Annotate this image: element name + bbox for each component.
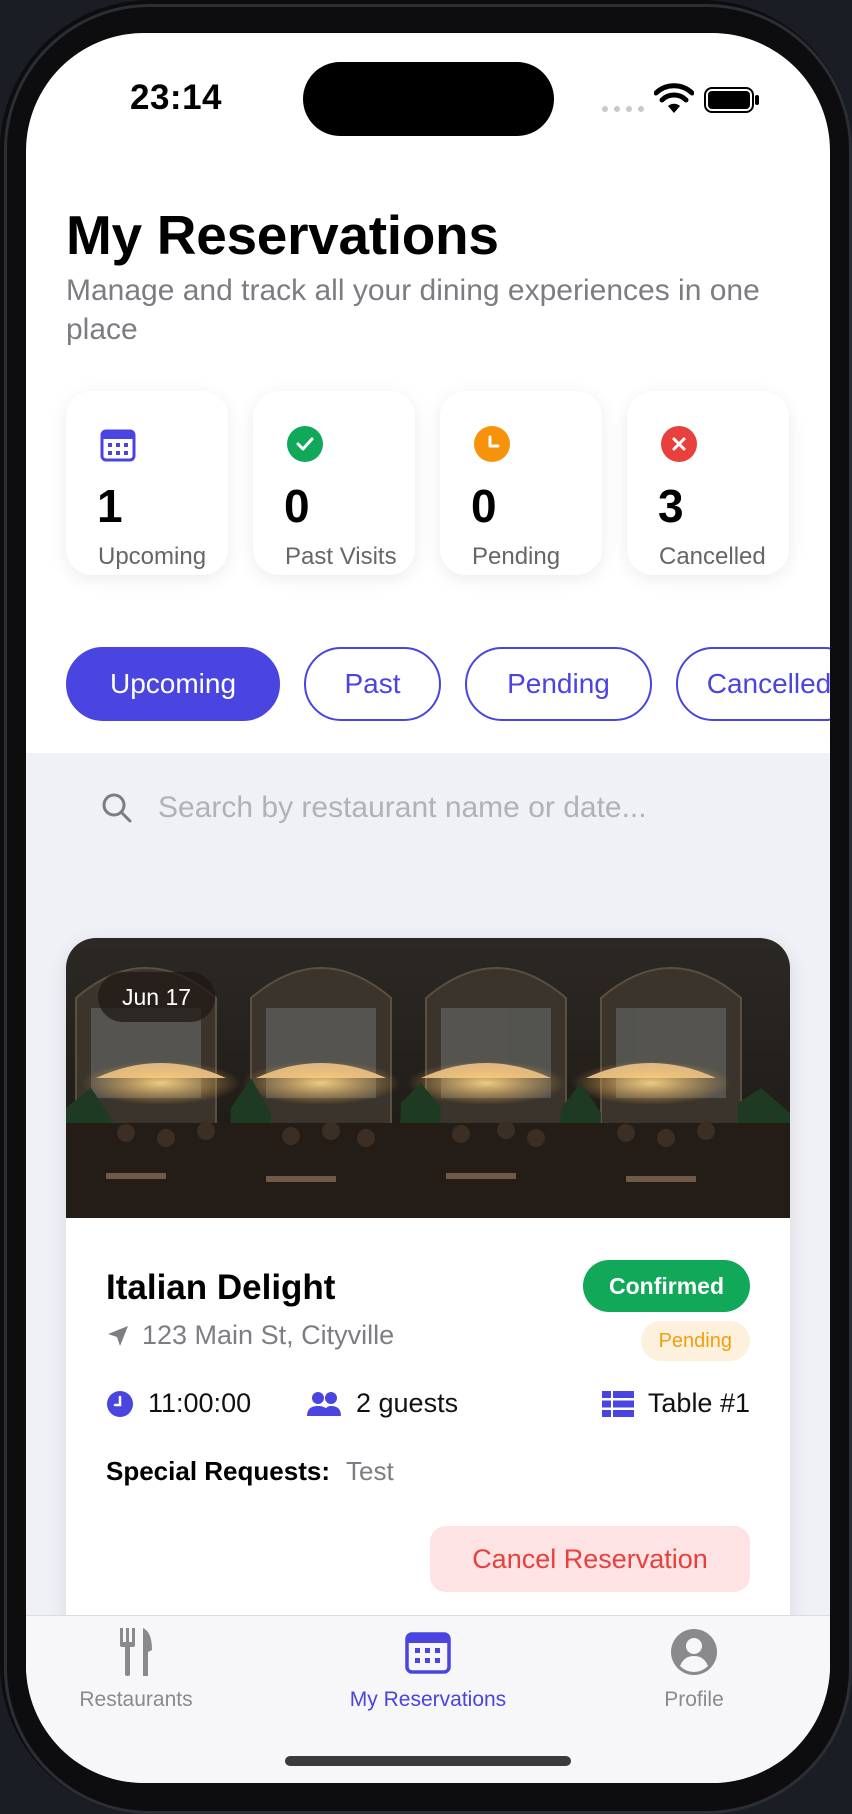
phone-screen: 23:14 My Reservations Manage and track a… — [26, 33, 830, 1783]
tab-upcoming[interactable]: Upcoming — [66, 647, 280, 721]
stat-label: Past Visits — [285, 543, 397, 570]
reservation-time: 11:00:00 — [106, 1388, 251, 1419]
tab-label: Profile — [664, 1688, 724, 1711]
table-text: Table #1 — [647, 1388, 750, 1418]
stat-card-past-visits[interactable]: 0 Past Visits — [253, 391, 415, 575]
calendar-icon — [402, 1626, 454, 1678]
restaurant-address: 123 Main St, Cityville — [106, 1320, 394, 1351]
tab-profile[interactable]: Profile — [584, 1626, 804, 1726]
search-bar — [66, 753, 790, 863]
payment-status-badge: Pending — [640, 1321, 750, 1361]
cancel-reservation-button[interactable]: Cancel Reservation — [430, 1526, 750, 1592]
special-requests-label: Special Requests: — [106, 1456, 330, 1486]
tab-pending[interactable]: Pending — [465, 647, 652, 721]
tab-label: Restaurants — [79, 1688, 193, 1711]
time-text: 11:00:00 — [148, 1388, 252, 1418]
x-circle-icon — [661, 426, 697, 462]
stats-row: 1 Upcoming 0 Past Visits 0 Pending 3 Can… — [66, 391, 789, 575]
reservation-details: 11:00:00 2 guests Table #1 — [106, 1388, 750, 1428]
tab-my-reservations[interactable]: My Reservations — [318, 1626, 538, 1726]
stat-label: Pending — [472, 543, 561, 570]
bottom-tab-bar: Restaurants My Reservations Profile — [26, 1615, 830, 1783]
page-subtitle: Manage and track all your dining experie… — [66, 274, 760, 346]
stat-value: 0 — [284, 480, 310, 532]
tab-label: My Reservations — [349, 1688, 507, 1711]
stat-label: Cancelled — [659, 543, 766, 570]
restaurant-name: Italian Delight — [106, 1268, 336, 1307]
people-icon — [307, 1391, 341, 1416]
location-arrow-icon — [108, 1325, 128, 1346]
tab-past[interactable]: Past — [304, 647, 441, 721]
search-icon — [102, 793, 132, 823]
filter-tabs: Upcoming Past Pending Cancelled — [66, 647, 830, 721]
clock-icon — [107, 1390, 133, 1417]
reservation-card[interactable]: Jun 17 Italian Delight 123 Main St, City… — [66, 938, 790, 1658]
cellular-signal-icon — [602, 103, 644, 113]
stat-card-upcoming[interactable]: 1 Upcoming — [66, 391, 228, 575]
stat-card-cancelled[interactable]: 3 Cancelled — [627, 391, 789, 575]
reservation-date-badge: Jun 17 — [98, 972, 216, 1022]
restaurant-photo: Jun 17 — [66, 938, 790, 1218]
home-indicator[interactable] — [285, 1756, 571, 1766]
page-title: My Reservations — [66, 204, 499, 266]
guests-text: 2 guests — [356, 1388, 459, 1418]
stat-value: 0 — [471, 480, 497, 532]
tab-restaurants[interactable]: Restaurants — [26, 1626, 246, 1726]
wifi-icon — [654, 83, 694, 113]
status-badge: Confirmed — [583, 1260, 750, 1312]
dynamic-island — [303, 62, 554, 136]
table-icon — [601, 1390, 634, 1417]
person-circle-icon — [668, 1626, 720, 1678]
tab-cancelled[interactable]: Cancelled — [676, 647, 830, 721]
clock-icon — [474, 426, 510, 462]
stat-value: 1 — [97, 480, 123, 532]
search-input[interactable] — [158, 787, 758, 829]
reservation-table: Table #1 — [601, 1388, 750, 1419]
special-requests: Special Requests: Test — [106, 1456, 394, 1487]
special-requests-value: Test — [345, 1456, 394, 1486]
stat-label: Upcoming — [98, 543, 207, 570]
checkmark-icon — [287, 426, 323, 462]
phone-frame: 23:14 My Reservations Manage and track a… — [0, 0, 852, 1814]
calendar-icon — [100, 426, 136, 462]
reservation-guests: 2 guests — [306, 1388, 458, 1419]
address-text: 123 Main St, Cityville — [142, 1320, 395, 1350]
fork-knife-icon — [110, 1626, 162, 1678]
status-time: 23:14 — [130, 78, 223, 117]
stat-value: 3 — [658, 480, 684, 532]
battery-icon — [704, 87, 759, 113]
stat-card-pending[interactable]: 0 Pending — [440, 391, 602, 575]
reservations-list[interactable]: Jun 17 Italian Delight 123 Main St, City… — [26, 753, 830, 1658]
